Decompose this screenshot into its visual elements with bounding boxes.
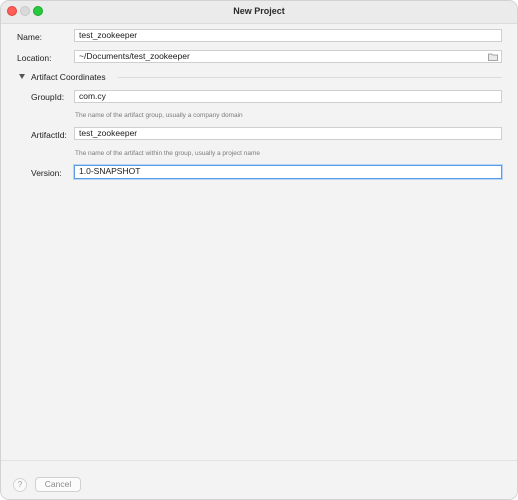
help-button[interactable]: ? <box>13 478 27 492</box>
version-label: Version: <box>31 168 62 178</box>
location-value: ~/Documents/test_zookeeper <box>79 51 190 61</box>
name-field[interactable]: test_zookeeper <box>74 29 502 42</box>
artifactid-field[interactable]: test_zookeeper <box>74 127 502 140</box>
artifactid-hint: The name of the artifact within the grou… <box>75 150 260 157</box>
cancel-button[interactable]: Cancel <box>35 477 81 492</box>
location-field[interactable]: ~/Documents/test_zookeeper <box>74 50 502 63</box>
groupid-label: GroupId: <box>31 92 65 102</box>
triangle-down-icon[interactable] <box>19 74 25 79</box>
title-bar: New Project <box>1 1 517 24</box>
version-field[interactable]: 1.0-SNAPSHOT <box>74 165 502 179</box>
groupid-hint: The name of the artifact group, usually … <box>75 112 243 119</box>
window-title: New Project <box>233 6 285 16</box>
name-label: Name: <box>17 32 43 42</box>
artifactid-label: ArtifactId: <box>31 130 67 140</box>
new-project-dialog: New Project Name: test_zookeeper Locatio… <box>0 0 518 500</box>
folder-icon[interactable] <box>488 53 498 61</box>
groupid-field[interactable]: com.cy <box>74 90 502 103</box>
section-divider <box>118 77 502 78</box>
dialog-footer: ? Cancel <box>1 460 517 499</box>
location-label: Location: <box>17 53 52 63</box>
artifact-coordinates-toggle[interactable]: Artifact Coordinates <box>31 72 106 82</box>
